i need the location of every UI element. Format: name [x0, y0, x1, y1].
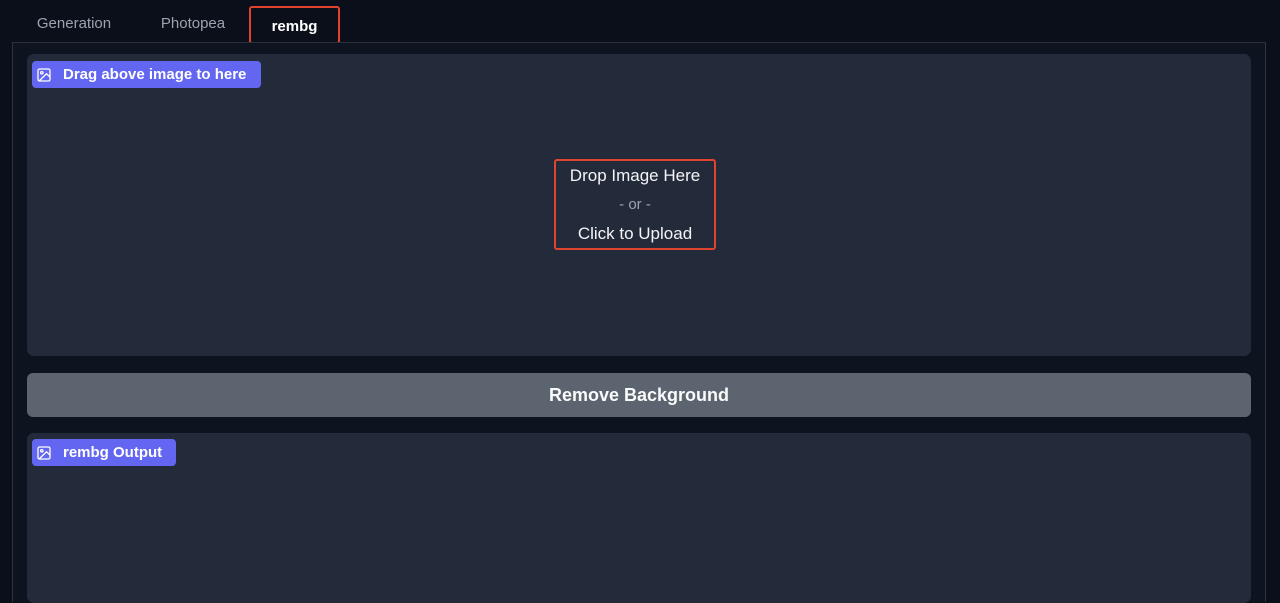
- output-image-label-text: rembg Output: [63, 444, 163, 461]
- tab-photopea[interactable]: Photopea: [147, 0, 239, 48]
- image-icon: [37, 67, 51, 82]
- input-image-label-text: Drag above image to here: [63, 66, 247, 83]
- tab-rembg[interactable]: rembg: [249, 6, 340, 44]
- tab-bar: Generation Photopea rembg: [0, 0, 1280, 44]
- output-image-label: rembg Output: [32, 439, 176, 466]
- remove-background-button[interactable]: Remove Background: [27, 373, 1251, 417]
- input-image-label: Drag above image to here: [32, 61, 261, 88]
- image-icon: [37, 445, 51, 460]
- tab-generation[interactable]: Generation: [22, 0, 126, 48]
- click-to-upload-text: Click to Upload: [577, 223, 693, 243]
- drop-image-text: Drop Image Here: [569, 165, 701, 185]
- upload-drop-zone[interactable]: Drop Image Here - or - Click to Upload: [554, 159, 716, 250]
- output-image-area: [27, 433, 1251, 603]
- or-separator: - or -: [619, 195, 651, 213]
